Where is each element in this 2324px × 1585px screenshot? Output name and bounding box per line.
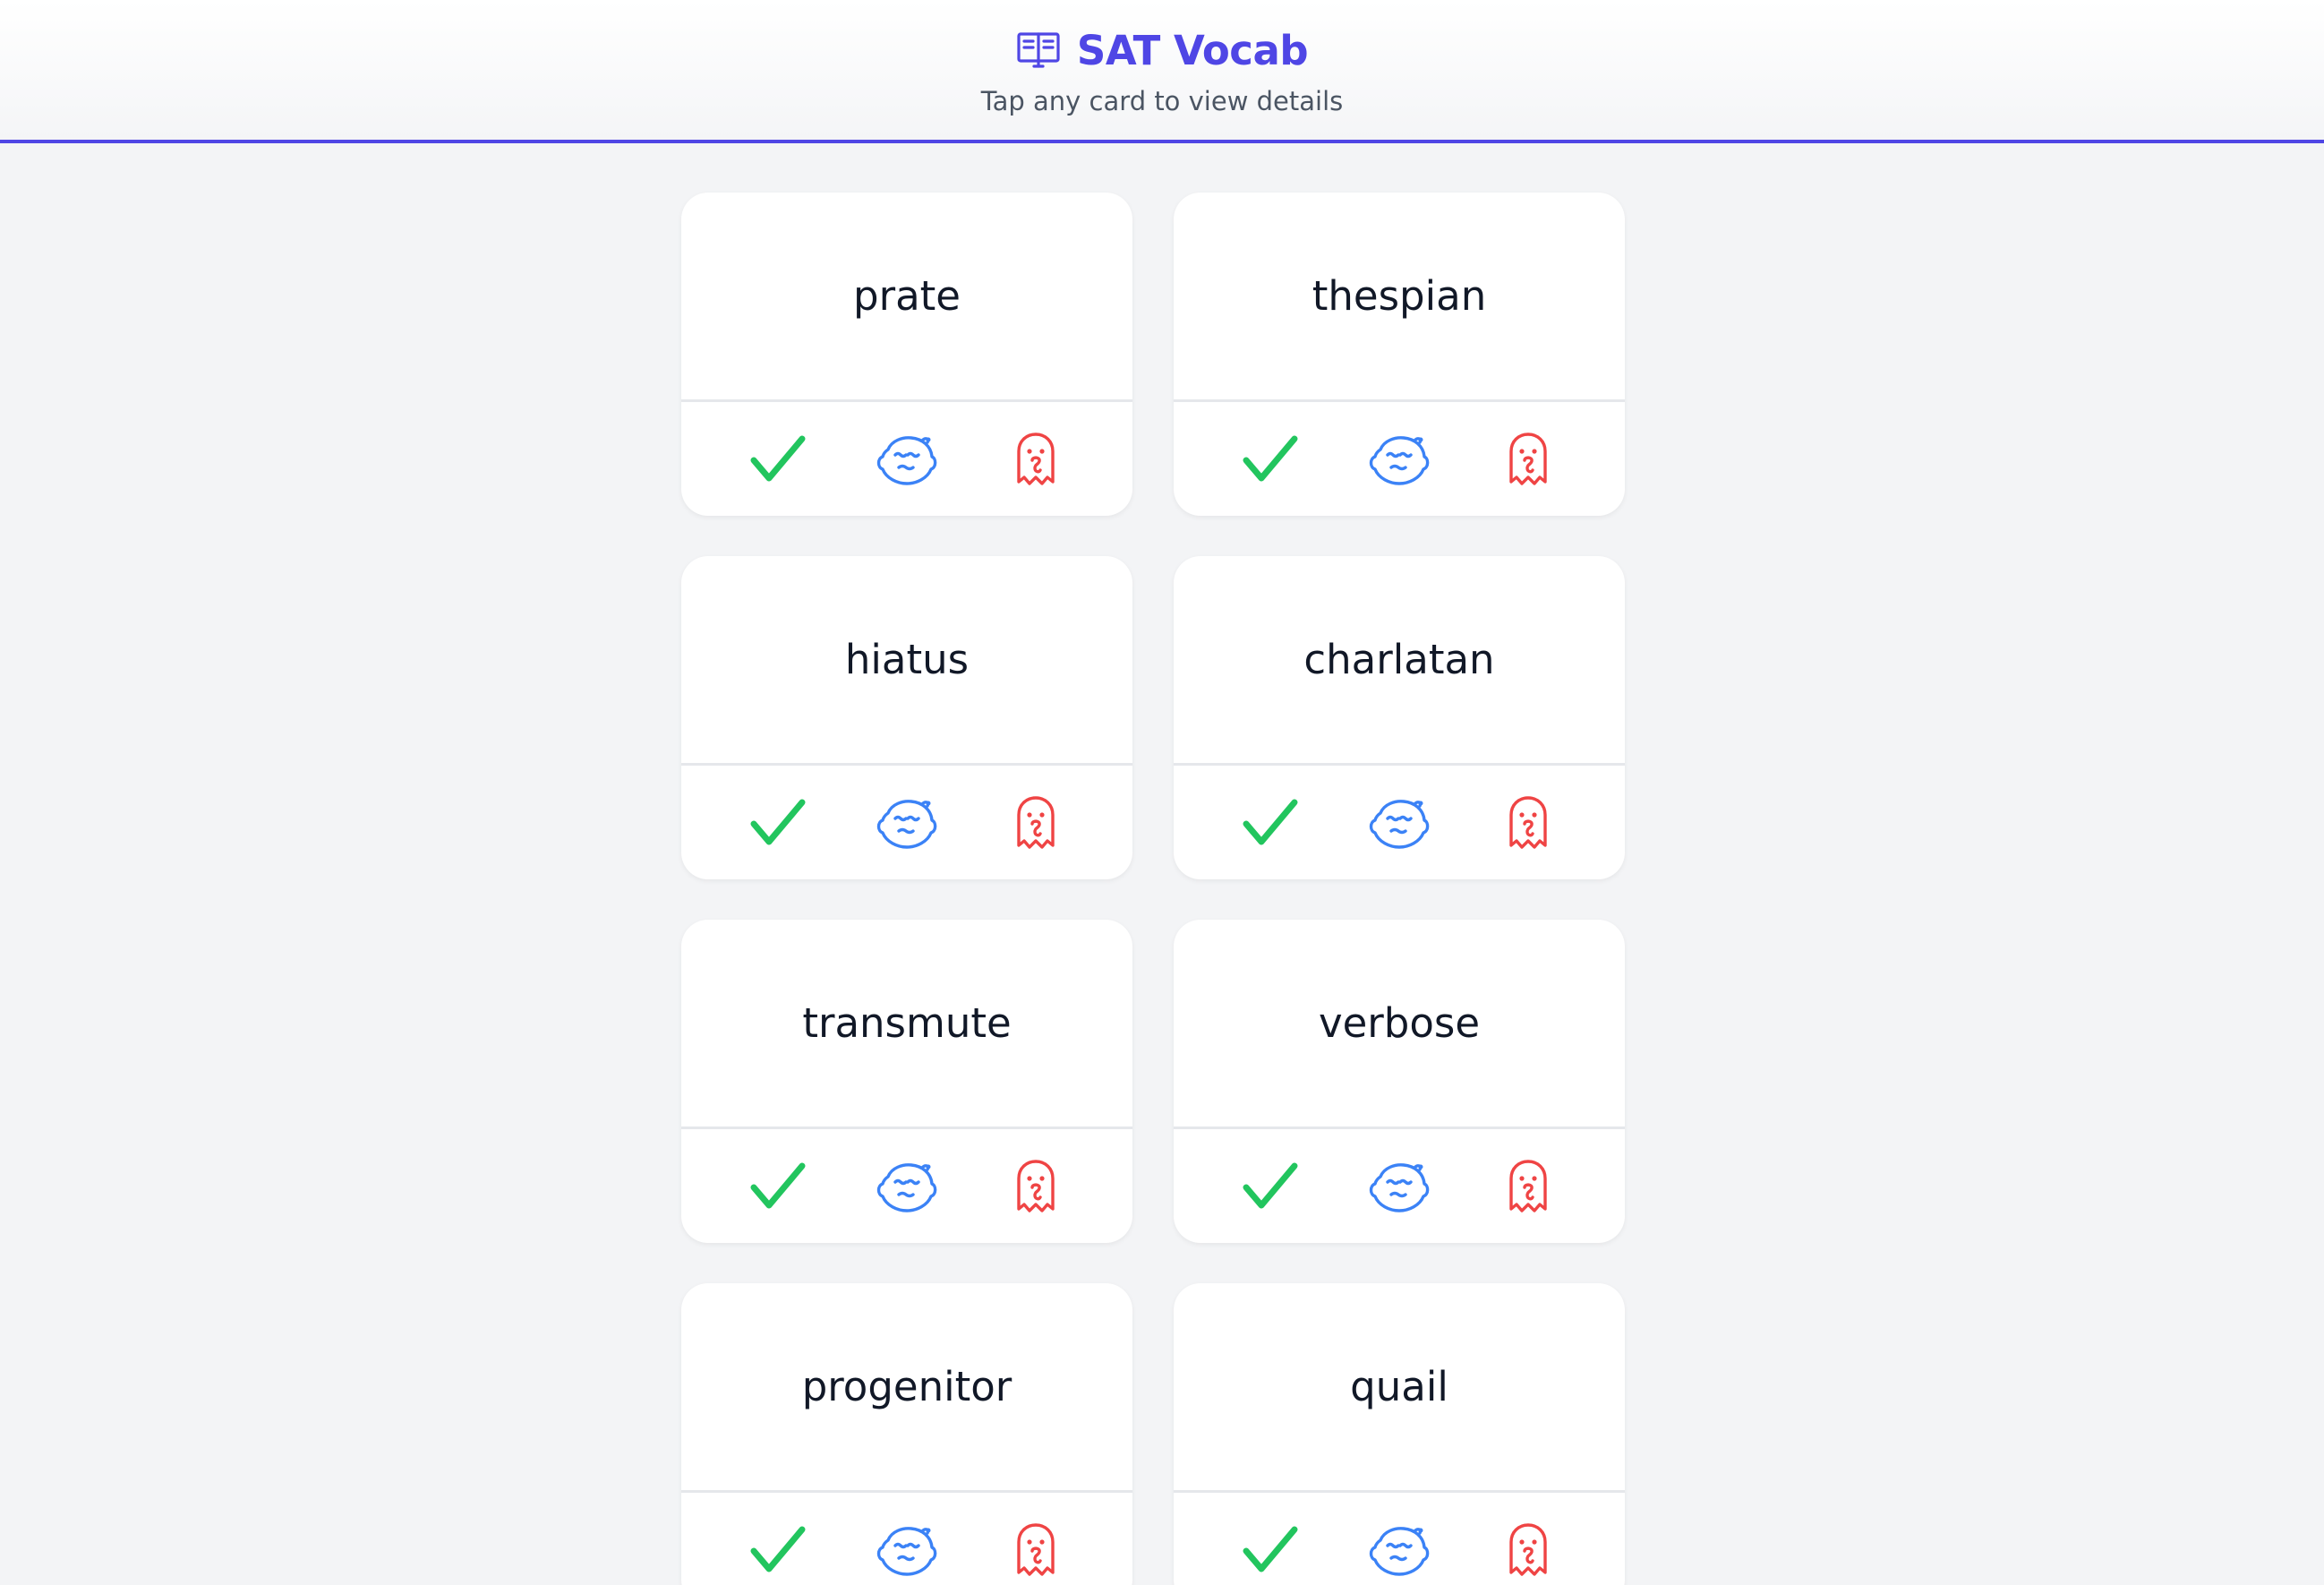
- mark-known-button[interactable]: [735, 1507, 821, 1585]
- mark-known-button[interactable]: [1227, 416, 1313, 502]
- app-header: SAT Vocab Tap any card to view details: [0, 0, 2324, 143]
- book-open-icon: [1016, 30, 1061, 70]
- ghost-icon: [1508, 1522, 1549, 1578]
- word-card[interactable]: prate: [681, 193, 1132, 516]
- word-card[interactable]: hiatus: [681, 556, 1132, 879]
- baby-face-icon: [1368, 1159, 1431, 1214]
- card-actions: [1174, 766, 1625, 879]
- mark-learning-button[interactable]: [864, 416, 950, 502]
- page-subtitle: Tap any card to view details: [980, 86, 1344, 116]
- check-icon: [749, 1524, 807, 1576]
- card-word[interactable]: charlatan: [1174, 556, 1625, 766]
- mark-learning-button[interactable]: [1356, 1507, 1442, 1585]
- check-icon: [1242, 1161, 1299, 1212]
- mark-unknown-button[interactable]: [1485, 1144, 1571, 1229]
- baby-face-icon: [1368, 795, 1431, 851]
- word-card[interactable]: charlatan: [1174, 556, 1625, 879]
- ghost-icon: [1015, 795, 1056, 851]
- ghost-icon: [1015, 1522, 1056, 1578]
- mark-known-button[interactable]: [1227, 1144, 1313, 1229]
- card-word[interactable]: transmute: [681, 920, 1132, 1129]
- mark-unknown-button[interactable]: [993, 1507, 1079, 1585]
- mark-unknown-button[interactable]: [1485, 780, 1571, 866]
- mark-learning-button[interactable]: [1356, 780, 1442, 866]
- mark-unknown-button[interactable]: [1485, 1507, 1571, 1585]
- card-word[interactable]: prate: [681, 193, 1132, 402]
- card-actions: [1174, 402, 1625, 516]
- baby-face-icon: [876, 795, 938, 851]
- check-icon: [1242, 433, 1299, 485]
- mark-unknown-button[interactable]: [1485, 416, 1571, 502]
- check-icon: [1242, 1524, 1299, 1576]
- mark-known-button[interactable]: [1227, 780, 1313, 866]
- mark-known-button[interactable]: [1227, 1507, 1313, 1585]
- mark-known-button[interactable]: [735, 416, 821, 502]
- card-actions: [681, 766, 1132, 879]
- card-word[interactable]: quail: [1174, 1283, 1625, 1493]
- card-word[interactable]: hiatus: [681, 556, 1132, 766]
- mark-unknown-button[interactable]: [993, 1144, 1079, 1229]
- mark-learning-button[interactable]: [864, 780, 950, 866]
- mark-learning-button[interactable]: [864, 1144, 950, 1229]
- ghost-icon: [1015, 432, 1056, 487]
- card-word[interactable]: progenitor: [681, 1283, 1132, 1493]
- baby-face-icon: [876, 1522, 938, 1578]
- card-actions: [681, 1493, 1132, 1585]
- card-actions: [681, 1129, 1132, 1243]
- ghost-icon: [1015, 1159, 1056, 1214]
- ghost-icon: [1508, 1159, 1549, 1214]
- check-icon: [749, 1161, 807, 1212]
- word-card-grid: prate thespian hiatus charlatan transmut…: [681, 193, 1625, 1585]
- check-icon: [1242, 797, 1299, 849]
- ghost-icon: [1508, 795, 1549, 851]
- baby-face-icon: [1368, 432, 1431, 487]
- card-word[interactable]: thespian: [1174, 193, 1625, 402]
- word-card[interactable]: progenitor: [681, 1283, 1132, 1585]
- card-word[interactable]: verbose: [1174, 920, 1625, 1129]
- mark-known-button[interactable]: [735, 1144, 821, 1229]
- mark-unknown-button[interactable]: [993, 416, 1079, 502]
- baby-face-icon: [1368, 1522, 1431, 1578]
- mark-known-button[interactable]: [735, 780, 821, 866]
- mark-learning-button[interactable]: [864, 1507, 950, 1585]
- check-icon: [749, 797, 807, 849]
- mark-learning-button[interactable]: [1356, 416, 1442, 502]
- check-icon: [749, 433, 807, 485]
- page-title: SAT Vocab: [1076, 26, 1309, 74]
- word-card[interactable]: verbose: [1174, 920, 1625, 1243]
- mark-learning-button[interactable]: [1356, 1144, 1442, 1229]
- word-card[interactable]: thespian: [1174, 193, 1625, 516]
- mark-unknown-button[interactable]: [993, 780, 1079, 866]
- card-actions: [1174, 1493, 1625, 1585]
- card-actions: [681, 402, 1132, 516]
- word-card[interactable]: transmute: [681, 920, 1132, 1243]
- baby-face-icon: [876, 1159, 938, 1214]
- card-actions: [1174, 1129, 1625, 1243]
- ghost-icon: [1508, 432, 1549, 487]
- baby-face-icon: [876, 432, 938, 487]
- word-card[interactable]: quail: [1174, 1283, 1625, 1585]
- title-row: SAT Vocab: [1016, 23, 1309, 77]
